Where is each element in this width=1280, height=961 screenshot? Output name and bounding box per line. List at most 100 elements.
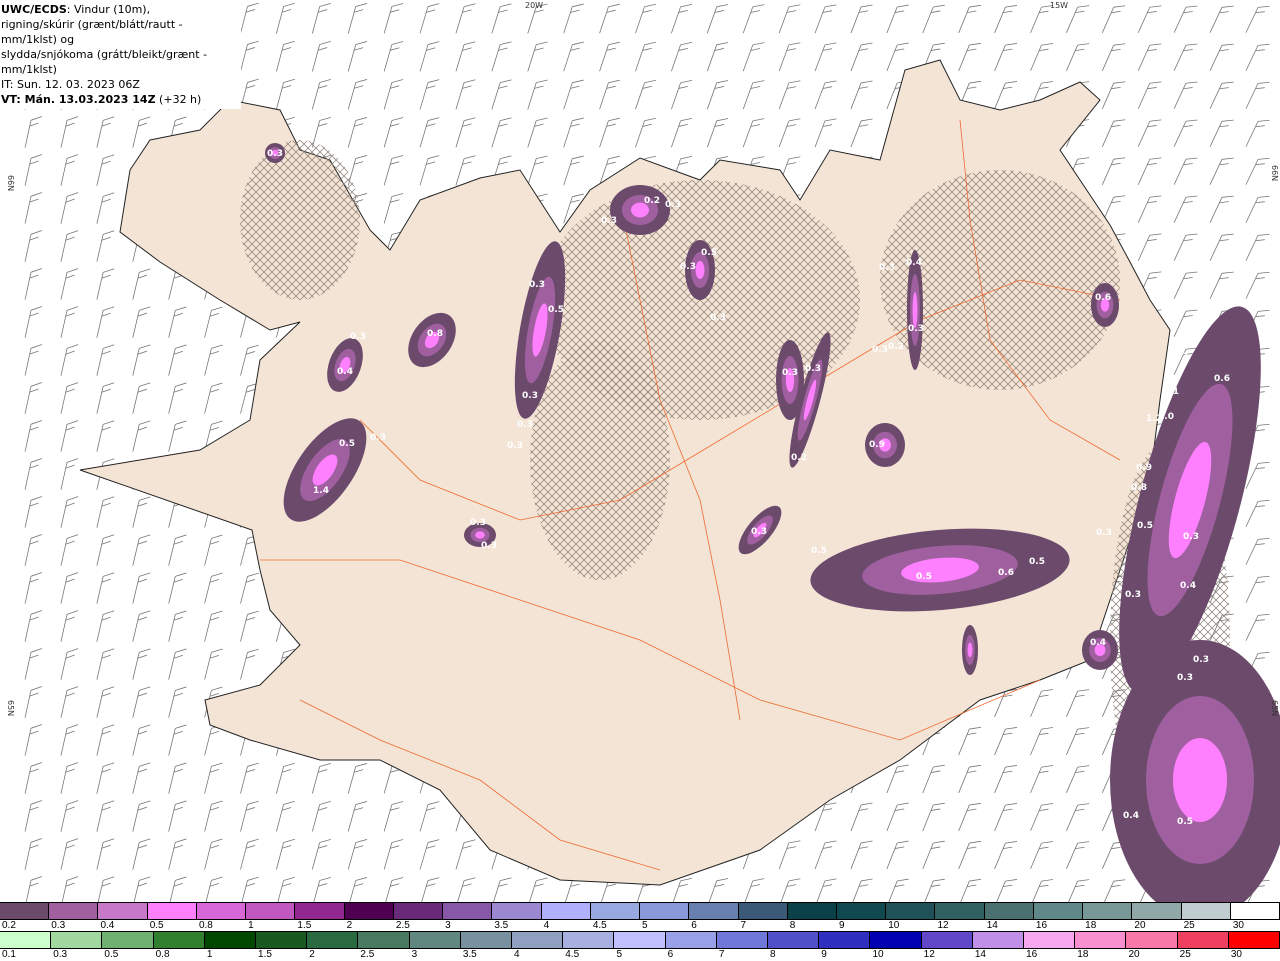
wind-barb-icon — [1066, 803, 1090, 831]
wind-barb-icon — [240, 648, 259, 680]
lead-time: (+32 h) — [155, 93, 202, 106]
wind-barb-icon — [778, 840, 801, 870]
wind-barb-icon — [527, 41, 548, 72]
wind-barb-icon — [706, 878, 729, 902]
wind-barb-icon — [24, 192, 43, 224]
wind-barb-icon — [96, 762, 115, 794]
wind-barb-icon — [1137, 119, 1162, 147]
wind-barb-icon — [96, 610, 115, 642]
wind-barb-icon — [958, 42, 981, 72]
wind-barb-icon — [1173, 119, 1198, 147]
legend-swatch — [640, 903, 690, 919]
precip-value-label: 0.5 — [548, 305, 564, 315]
wind-barb-icon — [814, 878, 837, 902]
wind-barb-icon — [850, 802, 873, 832]
wind-barb-icon — [383, 193, 404, 224]
wind-barb-icon — [204, 762, 223, 794]
wind-barb-icon — [419, 41, 440, 72]
wind-barb-icon — [1173, 157, 1198, 185]
wind-barb-icon — [24, 344, 43, 376]
wind-barb-icon — [814, 4, 837, 34]
wind-barb-icon — [1137, 5, 1162, 33]
wind-barb-icon — [1030, 803, 1054, 832]
weather-map[interactable]: 0.30.40.3 0.80.30.50.50.31.40.30.30.30.30… — [0, 0, 1280, 902]
legend-swatch — [1024, 932, 1076, 948]
wind-barb-icon — [1101, 157, 1126, 185]
legend-label: 6 — [667, 949, 674, 960]
wind-barb-icon — [886, 4, 909, 34]
wind-barb-icon — [491, 3, 512, 34]
precip-value-label: 0.8 — [1131, 483, 1147, 493]
wind-barb-icon — [778, 878, 801, 902]
wind-barb-icon — [204, 534, 223, 566]
wind-barb-icon — [419, 155, 440, 186]
wind-barb-icon — [96, 572, 115, 604]
wind-barb-icon — [168, 648, 187, 680]
legend-swatch — [836, 903, 887, 919]
legend-swatch — [256, 932, 308, 948]
wind-barb-icon — [671, 4, 693, 34]
wind-barb-icon — [311, 800, 332, 832]
wind-barb-icon — [1209, 119, 1234, 147]
wind-barb-icon — [527, 117, 548, 148]
wind-barb-icon — [1245, 195, 1270, 223]
wind-barb-icon — [60, 382, 79, 414]
wind-barb-icon — [60, 116, 79, 148]
wind-barb-icon — [60, 762, 79, 794]
precip-value-label: 0.3 — [782, 368, 798, 378]
legend-swatch — [614, 932, 666, 948]
legend-swatch — [563, 932, 615, 948]
precip-value-label: 0.4 — [1090, 638, 1106, 648]
wind-barb-icon — [563, 155, 584, 186]
wind-barb-icon — [455, 3, 476, 34]
wind-barb-icon — [1066, 689, 1090, 717]
legend-label: 16 — [1026, 949, 1038, 960]
wind-barb-icon — [60, 344, 79, 376]
wind-barb-icon — [1137, 43, 1162, 71]
wind-barb-icon — [958, 764, 981, 794]
wind-barb-icon — [168, 838, 187, 870]
precip-value-label: 0.5 — [1029, 557, 1045, 567]
precip-value-label: 0.3 — [805, 364, 821, 374]
precip-value-label: 0.3 — [470, 518, 486, 528]
legend-swatch — [870, 932, 922, 948]
legend-swatch — [409, 932, 461, 948]
wind-barb-icon — [706, 118, 729, 148]
legend-swatch — [1181, 903, 1231, 919]
wind-barb-icon — [850, 878, 873, 902]
wind-barb-icon — [958, 840, 981, 870]
wind-barb-icon — [1209, 271, 1234, 299]
wind-barb-icon — [1030, 689, 1054, 718]
precip-value-label: 1.4 — [313, 486, 329, 496]
wind-barb-icon — [455, 839, 476, 870]
wind-barb-icon — [958, 878, 981, 902]
wind-barb-icon — [276, 838, 295, 870]
legend-swatch — [738, 903, 788, 919]
wind-barb-icon — [635, 117, 656, 148]
wind-barb-icon — [204, 572, 223, 604]
precip-value-label: 0.6 — [1214, 374, 1230, 384]
wind-barb-icon — [1209, 81, 1234, 109]
wind-barb-icon — [671, 42, 693, 72]
wind-barb-icon — [455, 41, 476, 72]
lon-label-20w: 20W — [525, 1, 543, 10]
wind-barb-icon — [383, 79, 404, 110]
wind-barb-icon — [204, 610, 223, 642]
wind-barb-icon — [1209, 5, 1234, 33]
wind-barb-icon — [132, 268, 151, 300]
wind-barb-icon — [240, 610, 259, 642]
wind-barb-icon — [1173, 271, 1198, 299]
wind-barb-icon — [311, 78, 332, 110]
wind-barb-icon — [60, 800, 79, 832]
wind-barb-icon — [491, 117, 512, 148]
wind-barb-icon — [347, 41, 368, 72]
wind-barb-icon — [311, 762, 332, 794]
wind-barb-icon — [132, 572, 151, 604]
wind-barb-icon — [850, 118, 873, 148]
wind-barb-icon — [1245, 5, 1270, 33]
wind-barb-icon — [383, 117, 404, 148]
wind-barb-icon — [706, 80, 729, 110]
precip-value-label: 0.3 — [522, 391, 538, 401]
wind-barb-icon — [1101, 43, 1126, 71]
wind-barb-icon — [60, 496, 79, 528]
